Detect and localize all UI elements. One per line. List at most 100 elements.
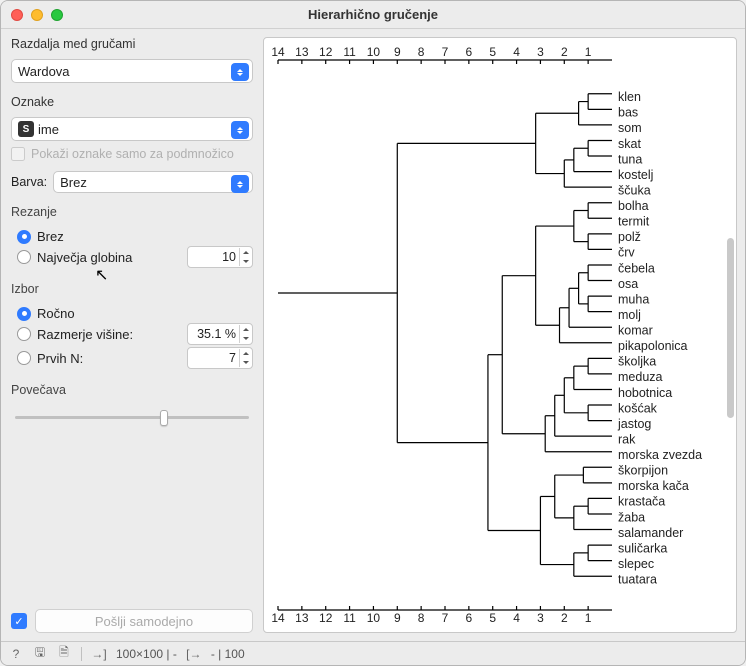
- radio-selection-manual[interactable]: [17, 307, 31, 321]
- maxdepth-value: 10: [222, 250, 236, 264]
- separator: [81, 647, 82, 661]
- svg-text:klen: klen: [618, 90, 641, 104]
- linkage-select[interactable]: Wardova: [11, 59, 253, 83]
- content: Razdalja med gručami Wardova Oznake S im…: [1, 29, 745, 641]
- topn-value: 7: [229, 351, 236, 365]
- svg-text:14: 14: [271, 45, 285, 59]
- output-icon[interactable]: [→: [187, 647, 201, 661]
- dendrogram-svg: 14141313121211111010998877665544332211kl…: [264, 38, 736, 632]
- pruning-maxdepth-label: Največja globina: [37, 250, 132, 265]
- svg-text:tuna: tuna: [618, 152, 642, 166]
- svg-text:8: 8: [418, 45, 425, 59]
- zoom-slider[interactable]: [15, 407, 249, 427]
- sidebar: Razdalja med gručami Wardova Oznake S im…: [1, 29, 263, 641]
- svg-text:molj: molj: [618, 308, 641, 322]
- svg-text:4: 4: [513, 611, 520, 625]
- radio-pruning-none[interactable]: [17, 230, 31, 244]
- traffic-lights: [11, 9, 63, 21]
- slider-thumb[interactable]: [160, 410, 168, 426]
- svg-text:komar: komar: [618, 324, 653, 338]
- svg-text:11: 11: [343, 611, 356, 625]
- pruning-none-row[interactable]: Brez: [17, 229, 253, 244]
- svg-text:13: 13: [295, 45, 309, 59]
- maxdepth-spinner[interactable]: [239, 248, 251, 266]
- svg-text:polž: polž: [618, 230, 641, 244]
- svg-text:2: 2: [561, 45, 568, 59]
- color-row: Barva: Brez: [11, 171, 253, 193]
- topn-spinner[interactable]: [239, 349, 251, 367]
- statusbar: ? 🖫 🗎 →] 100×100 | - [→ - | 100: [1, 641, 745, 665]
- svg-text:slepec: slepec: [618, 557, 654, 571]
- chevron-updown-icon: [231, 63, 249, 81]
- minimize-icon[interactable]: [31, 9, 43, 21]
- chevron-updown-icon: [231, 175, 249, 193]
- svg-text:9: 9: [394, 45, 401, 59]
- svg-text:7: 7: [442, 611, 449, 625]
- svg-text:morska kača: morska kača: [618, 479, 689, 493]
- input-icon[interactable]: →]: [92, 647, 106, 661]
- svg-text:jastog: jastog: [617, 417, 651, 431]
- window-title: Hierarhično gručenje: [1, 7, 745, 22]
- annotations-select[interactable]: S ime: [11, 117, 253, 141]
- fullscreen-icon[interactable]: [51, 9, 63, 21]
- svg-text:10: 10: [367, 45, 381, 59]
- svg-text:9: 9: [394, 611, 401, 625]
- selection-manual-label: Ročno: [37, 306, 75, 321]
- ratio-spinner[interactable]: [239, 325, 251, 343]
- svg-text:12: 12: [319, 45, 333, 59]
- svg-text:ščuka: ščuka: [618, 183, 651, 197]
- svg-text:osa: osa: [618, 277, 638, 291]
- svg-text:bolha: bolha: [618, 199, 649, 213]
- svg-text:5: 5: [489, 45, 496, 59]
- svg-text:črv: črv: [618, 246, 635, 260]
- titlebar: Hierarhično gručenje: [1, 1, 745, 29]
- save-icon[interactable]: 🖫: [33, 647, 47, 661]
- pruning-title: Rezanje: [11, 205, 253, 219]
- svg-text:skat: skat: [618, 137, 641, 151]
- linkage-value: Wardova: [18, 64, 70, 79]
- selection-manual-row[interactable]: Ročno: [17, 306, 253, 321]
- svg-text:7: 7: [442, 45, 449, 59]
- close-icon[interactable]: [11, 9, 23, 21]
- svg-text:14: 14: [271, 611, 285, 625]
- svg-text:morska zvezda: morska zvezda: [618, 448, 702, 462]
- svg-text:bas: bas: [618, 106, 638, 120]
- color-label: Barva:: [11, 175, 47, 189]
- chevron-updown-icon: [231, 121, 249, 139]
- maxdepth-input[interactable]: 10: [187, 246, 253, 268]
- svg-text:8: 8: [418, 611, 425, 625]
- chart-panel: 14141313121211111010998877665544332211kl…: [263, 29, 745, 641]
- dendrogram-canvas[interactable]: 14141313121211111010998877665544332211kl…: [263, 37, 737, 633]
- ratio-input[interactable]: 35.1 %: [187, 323, 253, 345]
- svg-text:suličarka: suličarka: [618, 541, 667, 555]
- scrollbar-vertical[interactable]: [727, 238, 734, 418]
- svg-text:1: 1: [585, 45, 592, 59]
- svg-text:hobotnica: hobotnica: [618, 386, 672, 400]
- send-auto-checkbox[interactable]: ✓: [11, 613, 27, 629]
- help-icon[interactable]: ?: [9, 647, 23, 661]
- svg-text:som: som: [618, 121, 642, 135]
- svg-text:čebela: čebela: [618, 261, 655, 275]
- radio-selection-ratio[interactable]: [17, 327, 31, 341]
- svg-text:5: 5: [489, 611, 496, 625]
- subset-label: Pokaži oznake samo za podmnožico: [31, 147, 234, 161]
- pruning-maxdepth-row[interactable]: Največja globina 10: [17, 246, 253, 268]
- radio-selection-topn[interactable]: [17, 351, 31, 365]
- pruning-fieldset: Brez Največja globina 10: [11, 227, 253, 270]
- send-button: Pošlji samodejno: [35, 609, 253, 633]
- svg-text:krastača: krastača: [618, 495, 665, 509]
- svg-text:12: 12: [319, 611, 333, 625]
- topn-input[interactable]: 7: [187, 347, 253, 369]
- report-icon[interactable]: 🗎: [57, 647, 71, 661]
- color-select[interactable]: Brez: [53, 171, 253, 193]
- svg-text:termit: termit: [618, 215, 650, 229]
- selection-ratio-row[interactable]: Razmerje višine: 35.1 %: [17, 323, 253, 345]
- pruning-none-label: Brez: [37, 229, 64, 244]
- annotations-label: Oznake: [11, 95, 253, 109]
- radio-pruning-maxdepth[interactable]: [17, 250, 31, 264]
- svg-text:tuatara: tuatara: [618, 573, 657, 587]
- selection-topn-row[interactable]: Prvih N: 7: [17, 347, 253, 369]
- window: Hierarhično gručenje Razdalja med gručam…: [0, 0, 746, 666]
- svg-text:meduza: meduza: [618, 370, 663, 384]
- svg-text:pikapolonica: pikapolonica: [618, 339, 688, 353]
